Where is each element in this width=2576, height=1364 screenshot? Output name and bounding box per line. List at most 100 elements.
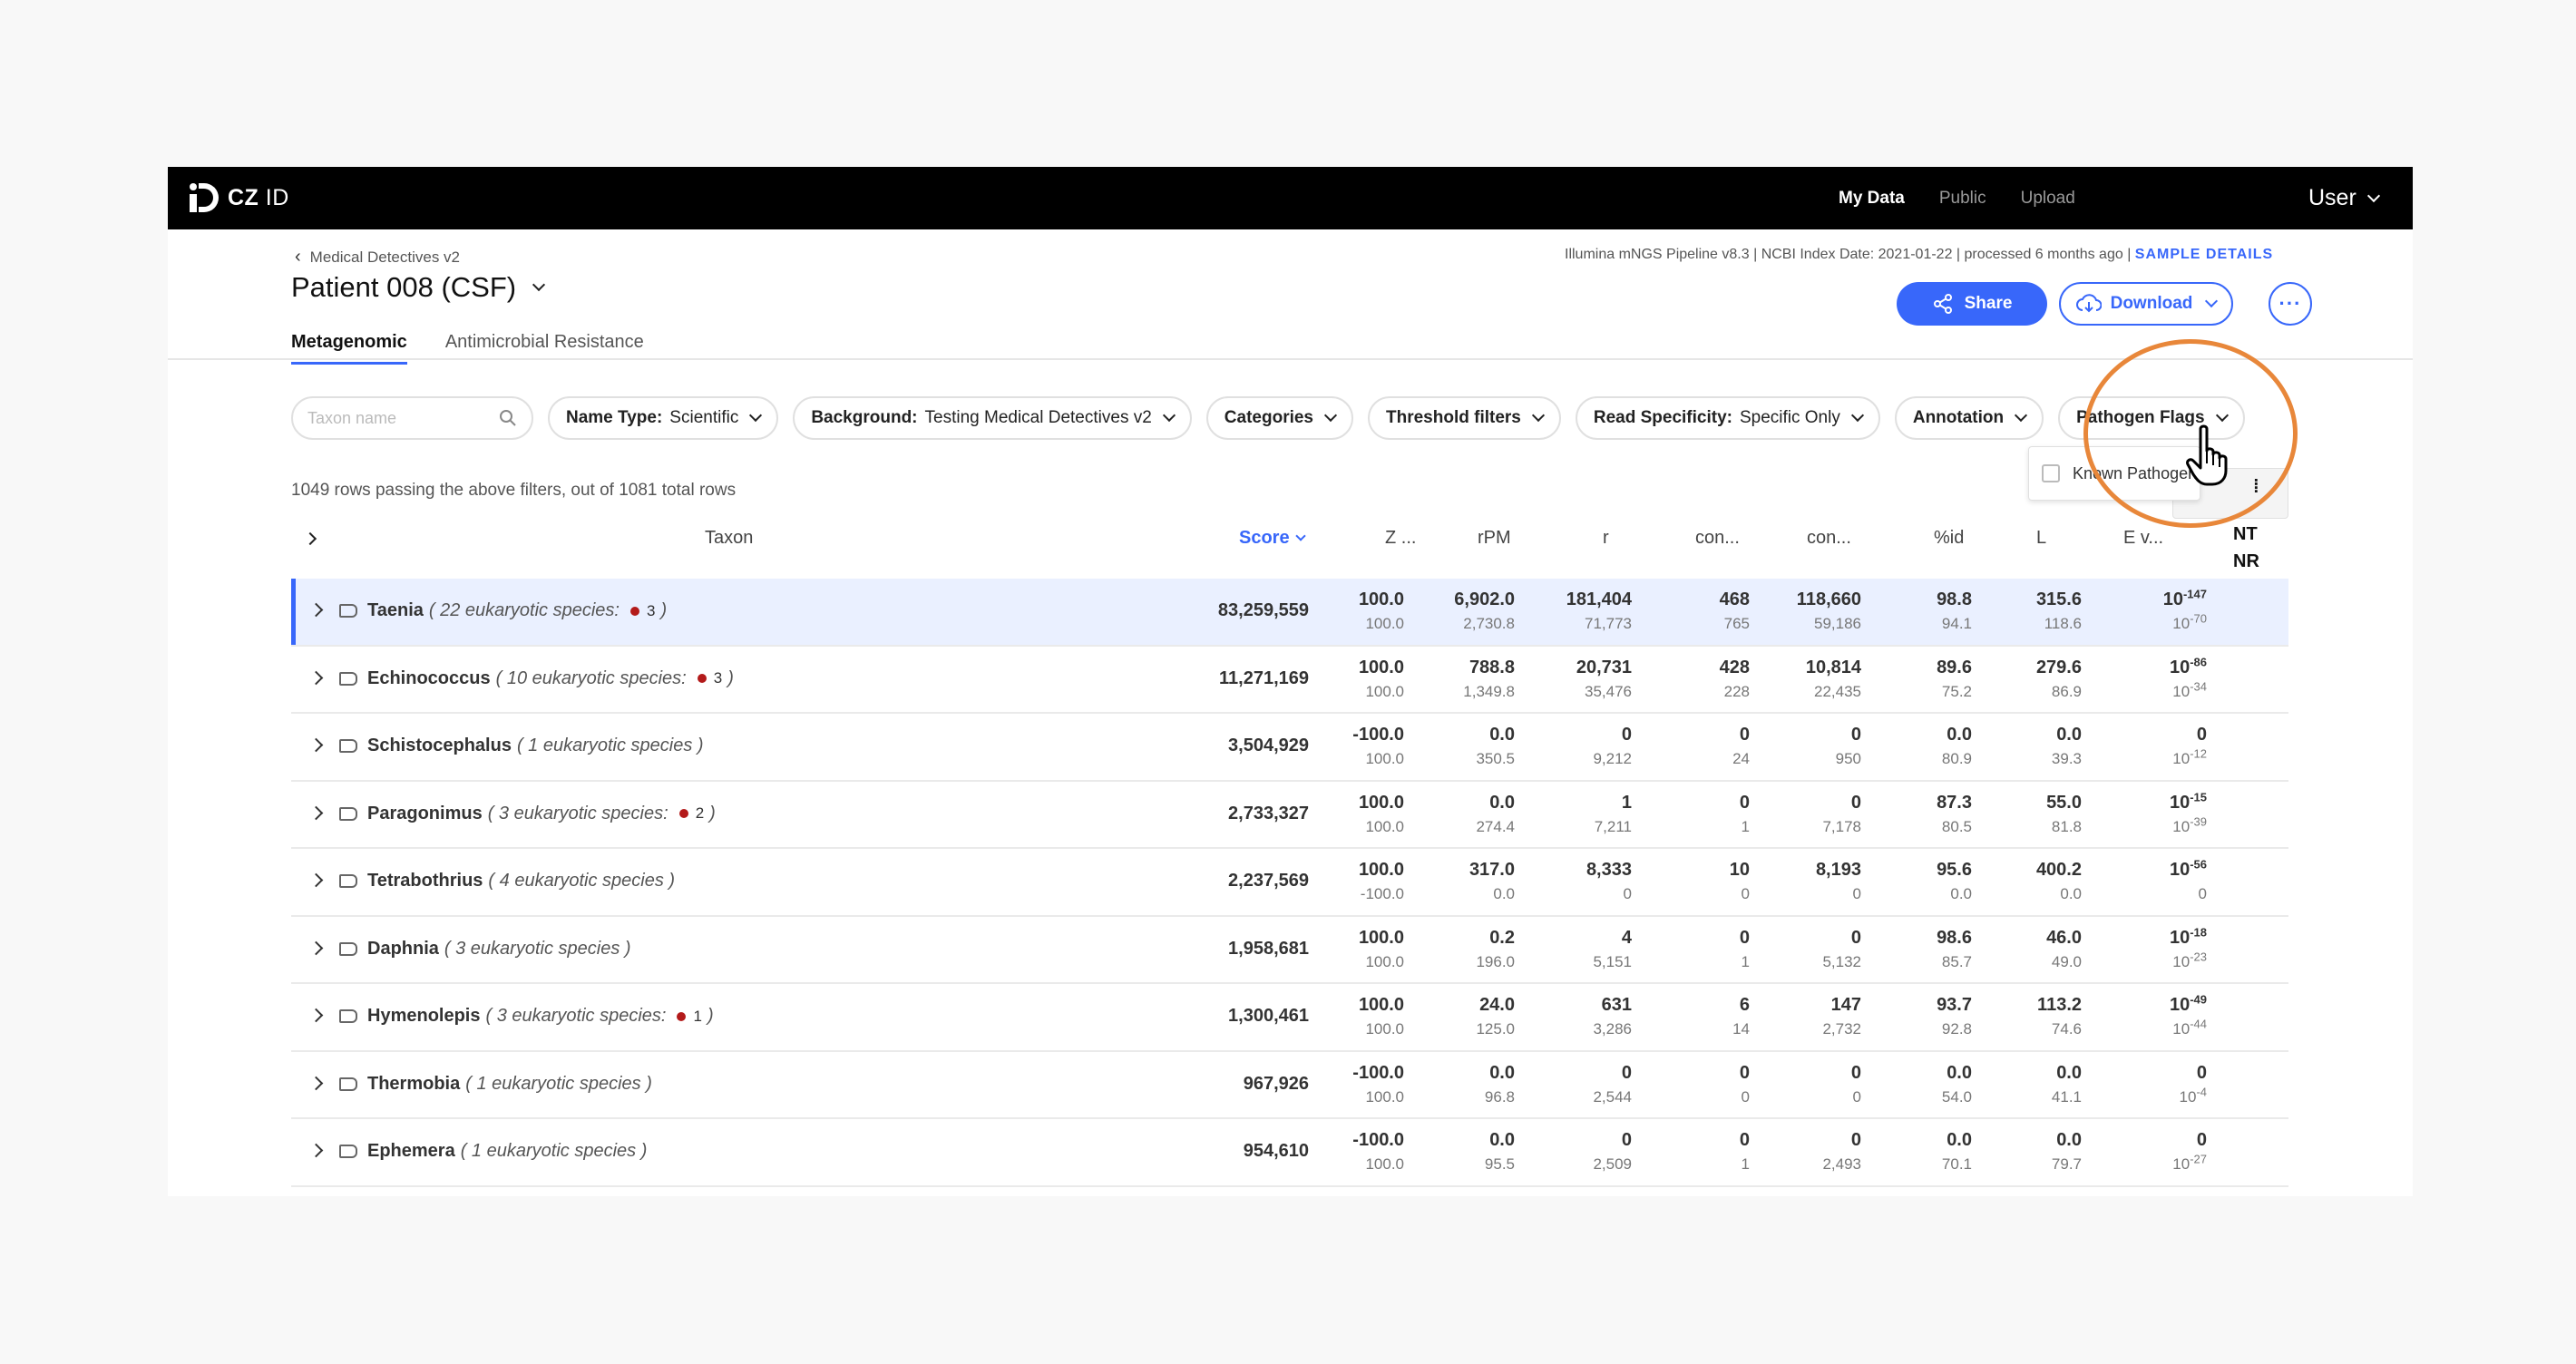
read-specificity-filter[interactable]: Read Specificity: Specific Only <box>1575 396 1880 440</box>
contigs-cell-nt: 0 <box>1739 927 1750 948</box>
contig-reads-cell-nr: 0 <box>1852 885 1861 902</box>
table-row[interactable]: Thermobia( 1 eukaryotic species ) 967,926… <box>291 1052 2288 1119</box>
taxon-name[interactable]: Thermobia <box>367 1074 460 1095</box>
expand-row-icon[interactable] <box>308 1076 324 1090</box>
alignment-length-cell-nr: 0.0 <box>2060 885 2082 902</box>
table-row[interactable]: Schistocephalus( 1 eukaryotic species ) 3… <box>291 714 2288 782</box>
chevron-down-icon <box>1531 408 1545 423</box>
nav-my-data[interactable]: My Data <box>1839 189 1905 209</box>
column-percent-id[interactable]: %id <box>1934 528 1964 549</box>
taxon-name[interactable]: Daphnia <box>367 939 439 960</box>
expand-row-icon[interactable] <box>308 1143 324 1158</box>
page-title[interactable]: Patient 008 (CSF) <box>291 271 546 304</box>
czid-logo[interactable]: CZ ID <box>190 180 289 216</box>
percent-id-cell-nt: 98.6 <box>1937 927 1972 948</box>
percent-id-cell-nt: 93.7 <box>1937 995 1972 1015</box>
contigs-cell-nt: 6 <box>1739 995 1750 1015</box>
column-contig-reads[interactable]: con... <box>1807 528 1851 549</box>
e-value-cell-nt: 10-56 <box>2170 858 2207 881</box>
tag-icon[interactable] <box>339 739 357 753</box>
tag-icon[interactable] <box>339 604 357 618</box>
e-value-base: 10 <box>2172 682 2191 700</box>
categories-filter[interactable]: Categories <box>1205 396 1353 440</box>
chevron-down-icon <box>2205 294 2219 308</box>
user-menu[interactable]: User <box>2308 167 2380 229</box>
column-contigs[interactable]: con... <box>1695 528 1740 549</box>
share-icon <box>1933 294 1952 314</box>
taxon-name[interactable]: Echinococcus <box>367 668 491 689</box>
nav-upload[interactable]: Upload <box>2021 189 2075 209</box>
tag-icon[interactable] <box>339 806 357 821</box>
expand-all-icon[interactable] <box>303 528 317 549</box>
table-row[interactable]: Taenia( 22 eukaryotic species: 3) 83,259,5… <box>291 579 2288 647</box>
threshold-filter[interactable]: Threshold filters <box>1368 396 1561 440</box>
alignment-length-cell-nr: 39.3 <box>2051 750 2082 767</box>
expand-row-icon[interactable] <box>308 805 324 820</box>
column-reads[interactable]: r <box>1603 528 1609 549</box>
column-taxon[interactable]: Taxon <box>705 528 753 549</box>
share-button[interactable]: Share <box>1897 282 2047 326</box>
download-button[interactable]: Download <box>2059 282 2233 326</box>
taxon-name[interactable]: Paragonimus <box>367 804 483 824</box>
expand-row-icon[interactable] <box>308 602 324 618</box>
table-row[interactable]: Daphnia( 3 eukaryotic species ) 1,958,681… <box>291 917 2288 984</box>
column-rpm[interactable]: rPM <box>1478 528 1511 549</box>
taxon-name[interactable]: Hymenolepis <box>367 1006 480 1027</box>
tag-icon[interactable] <box>339 874 357 888</box>
score-cell: 83,259,559 <box>1217 600 1309 620</box>
reads-cell-nt: 1 <box>1621 792 1632 813</box>
sample-details-link[interactable]: SAMPLE DETAILS <box>2135 247 2273 262</box>
tag-icon[interactable] <box>339 1009 357 1023</box>
expand-row-icon[interactable] <box>308 940 324 955</box>
tag-icon[interactable] <box>339 671 357 686</box>
contigs-cell-nr: 0 <box>1741 1087 1750 1106</box>
taxon-name[interactable]: Taenia <box>367 600 424 621</box>
e-value-exponent: -39 <box>2190 814 2207 828</box>
expand-row-icon[interactable] <box>308 872 324 888</box>
breadcrumb[interactable]: ‹ Medical Detectives v2 <box>295 247 460 268</box>
chevron-down-icon <box>1850 408 1864 423</box>
column-z-score[interactable]: Z ... <box>1385 528 1416 549</box>
pathogen-dot-icon <box>629 606 639 616</box>
table-row[interactable]: Echinococcus( 10 eukaryotic species: 3) 11… <box>291 647 2288 714</box>
tag-icon[interactable] <box>339 1077 357 1091</box>
table-row[interactable]: Ephemera( 1 eukaryotic species ) 954,610 -… <box>291 1119 2288 1187</box>
e-value-cell-nr: 10-12 <box>2172 747 2207 768</box>
taxon-name[interactable]: Schistocephalus <box>367 736 512 756</box>
taxon-meta-close: ) <box>660 600 668 620</box>
expand-row-icon[interactable] <box>308 670 324 685</box>
z-score-cell-nr: 100.0 <box>1365 952 1404 970</box>
taxon-cell: Hymenolepis( 3 eukaryotic species: 1) <box>367 1006 714 1027</box>
share-label: Share <box>1964 294 2013 313</box>
annotation-filter[interactable]: Annotation <box>1894 396 2044 440</box>
breadcrumb-project[interactable]: Medical Detectives v2 <box>310 248 460 267</box>
tag-icon[interactable] <box>339 1145 357 1158</box>
taxon-search-input[interactable]: Taxon name <box>291 396 533 440</box>
rpm-cell-nt: 0.2 <box>1489 927 1515 948</box>
name-type-filter[interactable]: Name Type: Scientific <box>548 396 779 440</box>
column-alignment-length[interactable]: L <box>2036 528 2046 549</box>
reads-cell-nr: 7,211 <box>1594 817 1632 835</box>
taxon-name[interactable]: Ephemera <box>367 1141 455 1162</box>
known-pathogen-checkbox[interactable] <box>2042 464 2060 482</box>
nav-public[interactable]: Public <box>1939 189 1986 209</box>
tag-icon[interactable] <box>339 941 357 956</box>
contigs-cell-nr: 1 <box>1741 1155 1750 1173</box>
e-value-base: 0 <box>2196 725 2207 745</box>
taxon-name[interactable]: Tetrabothrius <box>367 871 483 891</box>
column-e-value[interactable]: E v... <box>2123 528 2163 549</box>
contig-reads-cell-nt: 0 <box>1850 1062 1861 1083</box>
expand-row-icon[interactable] <box>308 1008 324 1023</box>
alignment-length-cell-nr: 86.9 <box>2051 682 2082 700</box>
expand-row-icon[interactable] <box>308 737 324 753</box>
alignment-length-cell-nt: 400.2 <box>2035 860 2082 880</box>
background-filter[interactable]: Background: Testing Medical Detectives v… <box>793 396 1192 440</box>
table-row[interactable]: Paragonimus( 3 eukaryotic species: 2) 2,73… <box>291 782 2288 849</box>
user-name: User <box>2308 185 2356 210</box>
more-options-button[interactable]: ··· <box>2269 282 2312 326</box>
table-row[interactable]: Hymenolepis( 3 eukaryotic species: 1) 1,30… <box>291 984 2288 1052</box>
e-value-cell-nt: 0 <box>2197 1130 2207 1151</box>
table-row[interactable]: Tetrabothrius( 4 eukaryotic species ) 2,2… <box>291 849 2288 917</box>
chevron-down-icon <box>2366 189 2380 202</box>
column-score[interactable]: Score <box>1239 528 1306 549</box>
